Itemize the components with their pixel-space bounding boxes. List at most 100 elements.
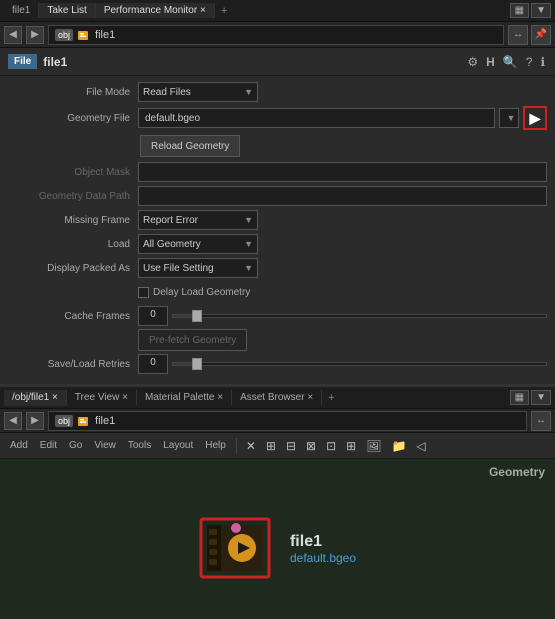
geometry-data-path-label: Geometry Data Path — [8, 191, 138, 202]
display-packed-row: Display Packed As Use File Setting ▼ — [0, 256, 555, 280]
toolbar-sep — [236, 438, 237, 454]
missing-frame-label: Missing Frame — [8, 215, 138, 226]
reload-row: Reload Geometry — [0, 132, 555, 160]
bottom-tab-bar: /obj/file1 × Tree View × Material Palett… — [0, 387, 555, 409]
tool-icon-8[interactable]: 📁 — [388, 438, 409, 454]
toolbar-help[interactable]: Help — [201, 439, 230, 452]
gear-icon[interactable]: ⚙ — [465, 53, 480, 71]
toolbar-view[interactable]: View — [90, 439, 120, 452]
sync-icon[interactable]: ↔ — [508, 25, 528, 45]
h-icon[interactable]: H — [484, 53, 497, 71]
tool-icon-1[interactable]: ✕ — [243, 438, 259, 454]
tab-asset-browser[interactable]: Asset Browser × — [232, 390, 322, 405]
save-load-slider[interactable] — [172, 362, 547, 366]
bottom-sync-icon[interactable]: ↔ — [531, 411, 551, 431]
missing-frame-row: Missing Frame Report Error ▼ — [0, 208, 555, 232]
save-load-control: 0 — [138, 354, 547, 374]
bottom-options-btn[interactable]: ▼ — [531, 390, 551, 405]
toolbar-tools[interactable]: Tools — [124, 439, 155, 452]
tool-icon-9[interactable]: ◁ — [413, 438, 428, 454]
file-mode-dropdown[interactable]: Read Files ▼ — [138, 82, 258, 102]
file-badge: File — [8, 54, 37, 69]
bottom-forward-btn[interactable]: ▶ — [26, 412, 44, 430]
geo-info-container: file1 default.bgeo — [199, 515, 356, 583]
object-mask-row: Object Mask — [0, 160, 555, 184]
tool-icon-4[interactable]: ⊠ — [303, 438, 319, 454]
display-packed-dropdown[interactable]: Use File Setting ▼ — [138, 258, 258, 278]
address-bar-top: ◀ ▶ obj file1 ↔ 📌 — [0, 22, 555, 48]
delay-load-checkbox-label[interactable]: Delay Load Geometry — [138, 287, 250, 298]
tab-material-palette[interactable]: Material Palette × — [137, 390, 232, 405]
obj-icon: obj — [55, 29, 73, 41]
viewport-label: Geometry — [489, 465, 545, 479]
geometry-file-input[interactable] — [138, 108, 495, 128]
file-mode-row: File Mode Read Files ▼ — [0, 80, 555, 104]
info-icon[interactable]: ℹ — [538, 53, 547, 71]
tab-take-list[interactable]: Take List — [39, 3, 95, 18]
geometry-data-path-row: Geometry Data Path — [0, 184, 555, 208]
bottom-back-btn[interactable]: ◀ — [4, 412, 22, 430]
tool-icon-2[interactable]: ⊞ — [263, 438, 279, 454]
search-icon[interactable]: 🔍 — [501, 53, 520, 71]
prefetch-control: Pre-fetch Geometry — [138, 329, 547, 351]
geo-node-icon — [199, 515, 274, 583]
geometry-file-row: Geometry File ▼ ▶ — [0, 104, 555, 132]
delay-load-row: Delay Load Geometry — [0, 280, 555, 304]
tab-file1[interactable]: file1 — [4, 3, 39, 18]
load-dropdown[interactable]: All Geometry ▼ — [138, 234, 258, 254]
cache-frames-value[interactable]: 0 — [138, 306, 168, 326]
tool-icon-3[interactable]: ⊟ — [283, 438, 299, 454]
tool-icon-6[interactable]: ⊞ — [343, 438, 359, 454]
bottom-layout-btn[interactable]: ▦ — [510, 390, 529, 405]
file-icon — [77, 29, 91, 41]
tab-obj-file1[interactable]: /obj/file1 × — [4, 390, 67, 406]
main-content: File Mode Read Files ▼ Geometry File ▼ ▶… — [0, 76, 555, 380]
toolbar-bottom: Add Edit Go View Tools Layout Help ✕ ⊞ ⊟… — [0, 433, 555, 459]
toolbar-edit[interactable]: Edit — [36, 439, 61, 452]
geo-name: file1 — [290, 533, 356, 551]
bottom-tab-add[interactable]: + — [322, 390, 340, 406]
object-mask-input[interactable] — [138, 162, 547, 182]
tool-icon-7[interactable]: 🖼 — [363, 438, 384, 454]
file-mode-control: Read Files ▼ — [138, 82, 547, 102]
save-load-value[interactable]: 0 — [138, 354, 168, 374]
toolbar-go[interactable]: Go — [65, 439, 86, 452]
cache-frames-row: Cache Frames 0 — [0, 304, 555, 328]
header-row: File file1 ⚙ H 🔍 ? ℹ — [0, 48, 555, 76]
pin-icon[interactable]: 📌 — [531, 25, 551, 45]
reload-geometry-button[interactable]: Reload Geometry — [140, 135, 240, 157]
display-packed-label: Display Packed As — [8, 263, 138, 274]
tab-add-button[interactable]: + — [215, 3, 233, 19]
geometry-file-control: ▼ ▶ — [138, 106, 547, 130]
layout-btn[interactable]: ▦ — [510, 3, 529, 18]
path-box: obj file1 — [48, 25, 504, 45]
delay-load-control: Delay Load Geometry — [138, 287, 547, 298]
load-label: Load — [8, 239, 138, 250]
redirect-button[interactable]: ▶ — [523, 106, 547, 130]
question-icon[interactable]: ? — [524, 53, 535, 71]
toolbar-add[interactable]: Add — [6, 439, 32, 452]
load-control: All Geometry ▼ — [138, 234, 547, 254]
geometry-file-label: Geometry File — [8, 113, 138, 124]
back-button[interactable]: ◀ — [4, 26, 22, 44]
tab-performance-monitor[interactable]: Performance Monitor × — [96, 3, 215, 18]
tab-tree-view[interactable]: Tree View × — [67, 390, 137, 405]
geometry-file-dropdown[interactable]: ▼ — [499, 108, 519, 128]
forward-button[interactable]: ▶ — [26, 26, 44, 44]
cache-frames-label: Cache Frames — [8, 311, 138, 322]
missing-frame-dropdown[interactable]: Report Error ▼ — [138, 210, 258, 230]
toolbar-layout[interactable]: Layout — [159, 439, 197, 452]
save-load-row: Save/Load Retries 0 — [0, 352, 555, 376]
cache-frames-slider[interactable] — [172, 314, 547, 318]
header-right: ⚙ H 🔍 ? ℹ — [465, 53, 547, 71]
viewport: Geometry — [0, 459, 555, 619]
options-btn[interactable]: ▼ — [531, 3, 551, 18]
header-title: file1 — [43, 55, 67, 69]
bottom-address-bar: ◀ ▶ obj file1 ↔ — [0, 409, 555, 433]
prefetch-button[interactable]: Pre-fetch Geometry — [138, 329, 247, 351]
delay-load-checkbox[interactable] — [138, 287, 149, 298]
geo-text-info: file1 default.bgeo — [290, 533, 356, 565]
geometry-data-path-input[interactable] — [138, 186, 547, 206]
tool-icon-5[interactable]: ⊡ — [323, 438, 339, 454]
bottom-tab-right: ▦ ▼ — [510, 390, 551, 405]
